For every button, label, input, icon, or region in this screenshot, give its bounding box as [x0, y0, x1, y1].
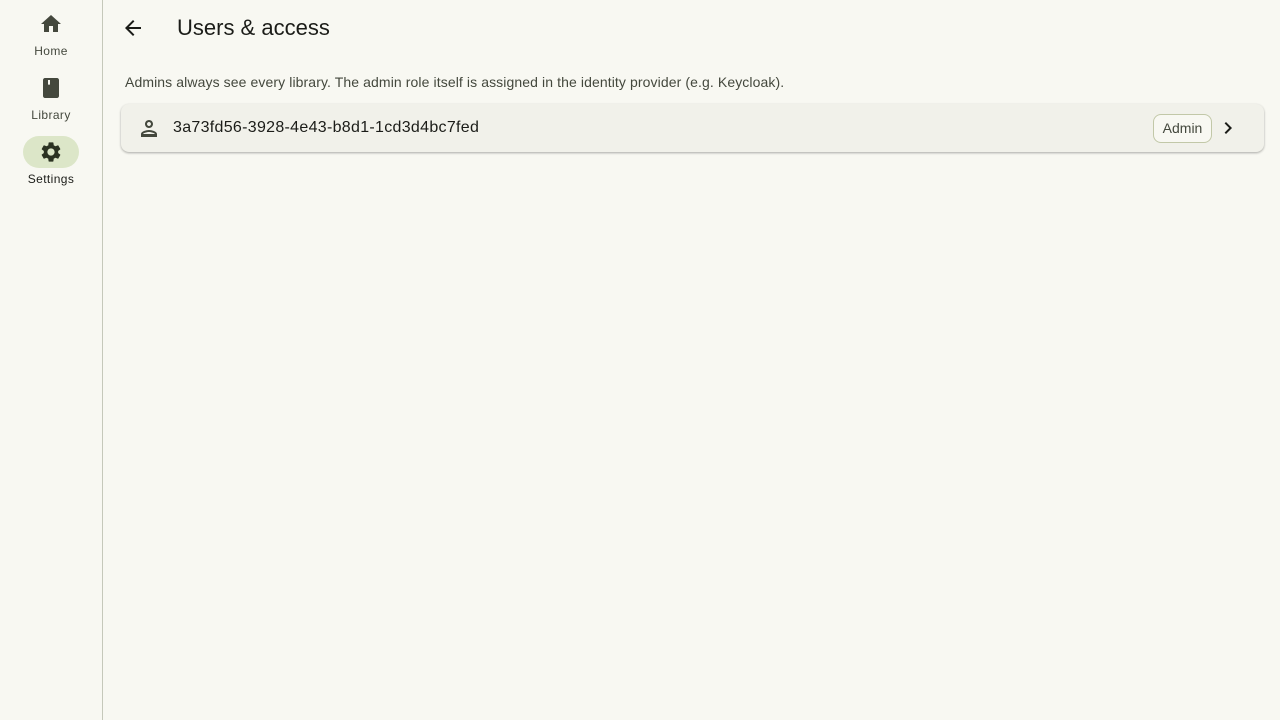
nav-item-settings-indicator — [23, 136, 79, 168]
user-id: 3a73fd56-3928-4e43-b8d1-1cd3d4bc7fed — [173, 119, 480, 136]
person-icon — [137, 116, 161, 140]
nav-item-home[interactable]: Home — [0, 8, 102, 64]
nav-item-settings[interactable]: Settings — [0, 136, 102, 192]
arrow-back-icon — [125, 20, 141, 36]
user-list-item[interactable]: 3a73fd56-3928-4e43-b8d1-1cd3d4bc7fed Adm… — [121, 104, 1264, 152]
page-title: Users & access — [177, 15, 330, 40]
home-icon — [41, 15, 61, 32]
book-icon — [43, 78, 59, 98]
nav-item-label: Library — [31, 108, 71, 122]
admin-hint-text: Admins always see every library. The adm… — [125, 74, 785, 90]
nav-item-label: Settings — [27, 172, 75, 186]
nav-item-library[interactable]: Library — [0, 72, 102, 128]
nav-item-home-indicator — [23, 8, 79, 40]
back-button[interactable] — [113, 8, 153, 48]
nav-item-library-indicator — [23, 72, 79, 104]
top-app-bar: Users & access — [103, 0, 1280, 56]
navigation-rail: Home Library Settings — [0, 0, 103, 720]
chevron-right-icon — [1216, 116, 1240, 140]
gear-icon — [41, 142, 61, 162]
role-badge: Admin — [1153, 114, 1212, 143]
nav-item-label: Home — [34, 44, 68, 58]
